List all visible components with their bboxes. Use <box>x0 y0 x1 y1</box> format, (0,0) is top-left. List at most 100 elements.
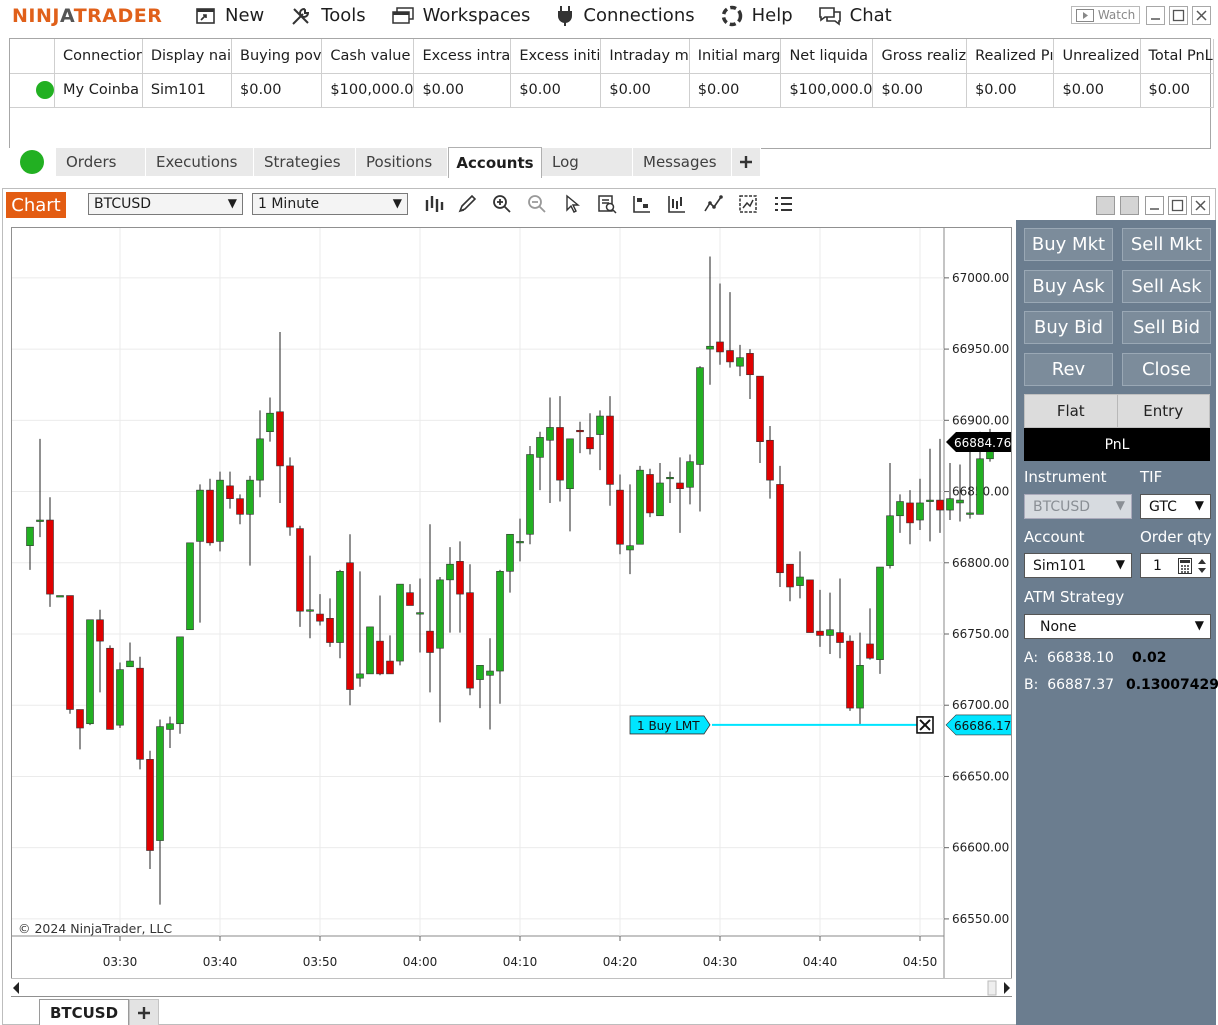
instrument-selector-value: BTCUSD <box>94 196 152 212</box>
properties-button[interactable] <box>772 194 794 214</box>
x-tick-label: 03:40 <box>203 955 238 969</box>
ask-label: A: <box>1024 650 1039 666</box>
chart-close-button[interactable] <box>1191 196 1210 215</box>
zoom-in-button[interactable] <box>491 194 513 214</box>
tab-messages[interactable]: Messages <box>633 148 732 176</box>
close-position-button[interactable]: Close <box>1122 353 1211 386</box>
last-price-label: 66884.76 <box>954 436 1011 450</box>
menu-workspaces-label: Workspaces <box>422 5 531 26</box>
help-lifebuoy-icon <box>721 5 742 26</box>
table-cell: $0.00 <box>231 73 323 108</box>
column-header[interactable]: Realized Pı <box>966 39 1055 74</box>
column-header[interactable]: Intraday m <box>600 39 690 74</box>
link-interval-button[interactable] <box>1120 196 1139 215</box>
candle-down <box>836 632 844 643</box>
tab-accounts[interactable]: Accounts <box>448 147 542 178</box>
column-header[interactable]: Excess initi <box>510 39 602 74</box>
column-header[interactable]: Initial marg <box>689 39 782 74</box>
account-selector[interactable]: Sim101 ▼ <box>1024 553 1132 578</box>
menu-help[interactable]: Help <box>721 0 793 31</box>
candle-down <box>606 415 614 485</box>
atm-strategy-selector[interactable]: None ▼ <box>1024 614 1211 639</box>
tif-value: GTC <box>1149 498 1177 515</box>
tif-selector[interactable]: GTC ▼ <box>1140 494 1211 519</box>
snapshot-button[interactable] <box>737 194 759 214</box>
candle-down <box>316 613 324 622</box>
column-header[interactable]: Cash value <box>321 39 415 74</box>
table-row[interactable]: My Coinba Sim101 $0.00 $100,000.0 $0.00 … <box>10 73 1214 108</box>
new-window-icon <box>196 7 215 24</box>
tab-positions[interactable]: Positions <box>356 148 448 176</box>
order-instrument-selector: BTCUSD ▼ <box>1024 494 1132 519</box>
interval-selector[interactable]: 1 Minute ▼ <box>252 193 408 215</box>
column-header[interactable]: Net liquida <box>780 39 874 74</box>
tab-strategies[interactable]: Strategies <box>254 148 356 176</box>
tab-orders[interactable]: Orders <box>56 148 146 176</box>
spinner-arrows-icon[interactable] <box>1197 557 1207 575</box>
instrument-selector[interactable]: BTCUSD ▼ <box>88 193 243 215</box>
candle-up <box>336 571 344 643</box>
menu-connections[interactable]: Connections <box>556 0 695 31</box>
strategies-button[interactable] <box>702 194 724 214</box>
menu-new[interactable]: New <box>196 0 264 31</box>
reverse-button[interactable]: Rev <box>1024 353 1113 386</box>
maximize-button[interactable] <box>1169 6 1188 25</box>
candle-down <box>456 561 464 595</box>
candlestick-chart[interactable]: 67000.0066950.0066900.0066850.0066800.00… <box>12 228 1012 997</box>
drawing-tool-button[interactable] <box>456 194 478 214</box>
table-cell: $100,000.0 <box>780 73 874 108</box>
column-header[interactable]: Unrealized <box>1053 39 1141 74</box>
maximize-icon <box>1171 199 1184 212</box>
candle-up <box>656 482 664 517</box>
close-button[interactable] <box>1192 6 1211 25</box>
connection-status-tab <box>9 148 56 176</box>
chart-minimize-button[interactable] <box>1145 196 1164 215</box>
candle-down <box>466 592 474 689</box>
column-header[interactable]: Excess intra <box>413 39 512 74</box>
column-header[interactable]: Total PnL <box>1140 39 1214 74</box>
column-header[interactable]: Gross realiz <box>872 39 968 74</box>
chart-window-title: Chart <box>6 192 66 218</box>
buy-bid-button[interactable]: Buy Bid <box>1024 311 1113 344</box>
add-chart-tab-button[interactable] <box>129 999 159 1025</box>
menu-workspaces[interactable]: Workspaces <box>391 0 531 31</box>
link-instrument-button[interactable] <box>1096 196 1115 215</box>
chart-horizontal-scrollbar[interactable] <box>11 978 1012 996</box>
minimize-button[interactable] <box>1146 6 1165 25</box>
add-tab-button[interactable] <box>732 148 761 176</box>
menu-chat-label: Chat <box>849 5 892 26</box>
buy-market-button[interactable]: Buy Mkt <box>1024 228 1113 261</box>
sell-market-button[interactable]: Sell Mkt <box>1122 228 1211 261</box>
column-header[interactable]: Connectior <box>54 39 143 74</box>
tab-btcusd[interactable]: BTCUSD <box>39 999 129 1025</box>
chart-trader-button[interactable] <box>631 194 653 214</box>
tab-log[interactable]: Log <box>542 148 633 176</box>
chart-plot-area[interactable]: 67000.0066950.0066900.0066850.0066800.00… <box>11 227 1012 997</box>
indicators-button[interactable] <box>666 194 688 214</box>
candle-up <box>706 345 714 350</box>
column-header[interactable]: Display nai <box>142 39 233 74</box>
atm-strategy-label: ATM Strategy <box>1024 588 1125 606</box>
column-header[interactable]: Buying pov <box>231 39 323 74</box>
candle-up <box>886 515 894 566</box>
sell-bid-button[interactable]: Sell Bid <box>1122 311 1211 344</box>
candle-down <box>676 482 684 489</box>
y-tick-label: 66950.00 <box>952 342 1009 356</box>
menu-tools[interactable]: Tools <box>290 0 366 31</box>
zoom-out-button[interactable] <box>526 194 548 214</box>
pointer-button[interactable] <box>561 194 583 214</box>
data-box-button[interactable] <box>596 194 618 214</box>
watch-button[interactable]: Watch <box>1071 6 1140 24</box>
candle-up <box>686 461 694 488</box>
candle-up <box>156 726 164 841</box>
order-qty-stepper[interactable]: 1 <box>1140 553 1211 578</box>
buy-ask-button[interactable]: Buy Ask <box>1024 270 1113 303</box>
tab-executions[interactable]: Executions <box>146 148 254 176</box>
bars-type-button[interactable] <box>423 194 445 214</box>
menu-help-label: Help <box>751 5 793 26</box>
candle-up <box>306 609 314 612</box>
bar-chart-style-icon <box>425 196 444 212</box>
menu-chat[interactable]: Chat <box>818 0 892 31</box>
sell-ask-button[interactable]: Sell Ask <box>1122 270 1211 303</box>
chart-maximize-button[interactable] <box>1168 196 1187 215</box>
